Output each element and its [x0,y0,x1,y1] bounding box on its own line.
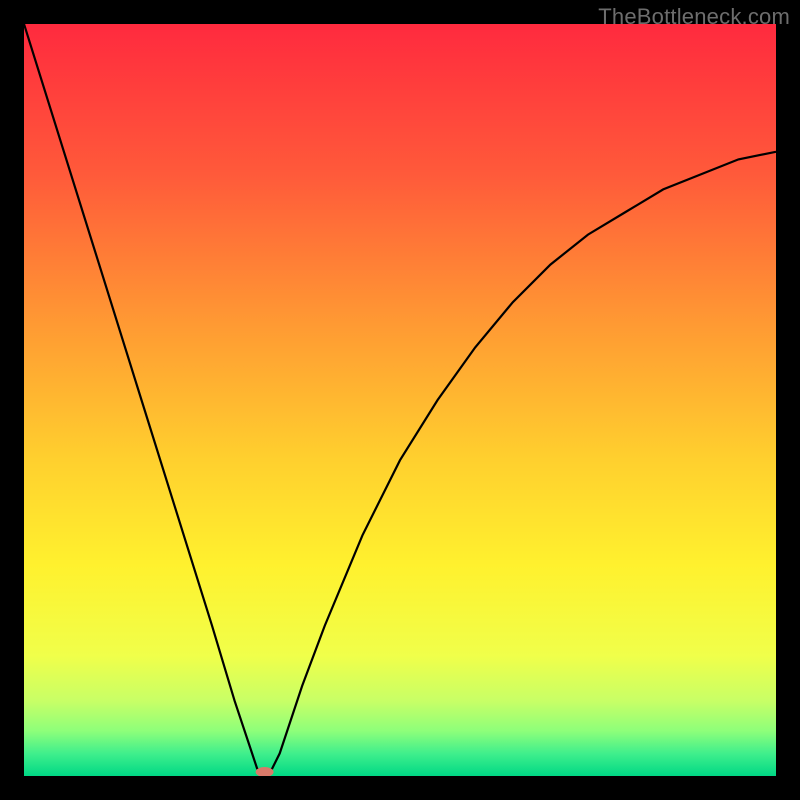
chart-plot [24,24,776,776]
chart-frame [24,24,776,776]
watermark-label: TheBottleneck.com [598,4,790,30]
bottleneck-curve [24,24,776,776]
